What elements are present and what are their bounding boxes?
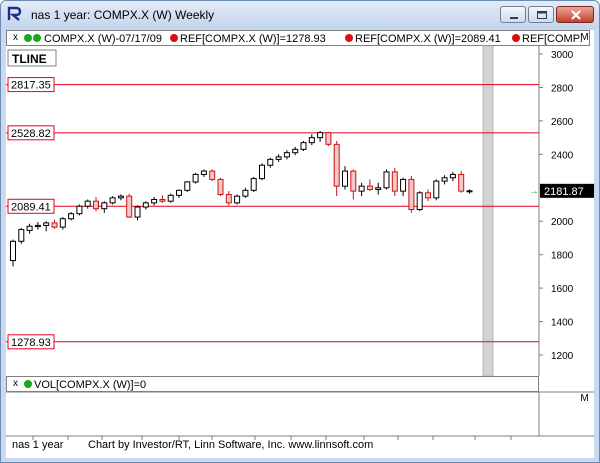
ref-line-label: 1278.93 [11, 337, 51, 349]
minimize-icon [510, 17, 518, 19]
chart-window: nas 1 year: COMPX.X (W) Weekly x COMPX.X… [0, 0, 600, 463]
footer-credit: Chart by Investor/RT, Linn Software, Inc… [88, 439, 374, 451]
volume-label[interactable]: VOL[COMPX.X (W)]=0 [34, 379, 146, 391]
title-bar[interactable]: nas 1 year: COMPX.X (W) Weekly [1, 1, 599, 29]
investor-rt-logo-icon [7, 6, 22, 21]
tline-text: TLINE [12, 52, 47, 66]
y-tick-label: 1200 [551, 351, 574, 362]
ref-line-label: 2817.35 [11, 80, 51, 92]
candle[interactable] [76, 204, 83, 216]
candle[interactable] [184, 181, 191, 192]
last-price-marker: → 2181.87 [529, 183, 594, 198]
window-title: nas 1 year: COMPX.X (W) Weekly [31, 8, 215, 22]
last-price-arrow-icon: → [529, 186, 539, 197]
volume-m-button[interactable]: M [579, 394, 590, 405]
price-chart[interactable]: 2817.35 2528.82 2089.41 1278.93 1200 1400 160… [6, 30, 594, 458]
maximize-button[interactable] [528, 6, 554, 23]
candle[interactable] [250, 176, 257, 192]
plot-area [6, 46, 539, 376]
minimize-button[interactable] [500, 6, 526, 23]
volume-pane [6, 392, 539, 436]
candle[interactable] [416, 191, 423, 212]
candle[interactable] [300, 140, 307, 152]
footer-chart-name: nas 1 year [12, 439, 64, 451]
y-tick-label: 2000 [551, 217, 574, 228]
candle[interactable] [109, 196, 116, 205]
volume-legend-bar: x VOL[COMPX.X (W)]=0 [6, 376, 539, 392]
candle[interactable] [192, 172, 199, 184]
ref-line-label: 2528.82 [11, 128, 51, 140]
candle[interactable] [408, 176, 415, 213]
maximize-icon [537, 11, 547, 19]
candle[interactable] [167, 193, 174, 203]
candle[interactable] [458, 171, 465, 193]
candle[interactable] [217, 177, 224, 197]
candle[interactable] [209, 169, 216, 182]
candle[interactable] [383, 169, 390, 190]
y-tick-label: 1600 [551, 284, 574, 295]
volume-close-button[interactable]: x [10, 379, 21, 390]
close-button[interactable] [556, 6, 594, 23]
y-tick-label: 2400 [551, 150, 574, 161]
candle[interactable] [18, 227, 25, 244]
candle[interactable] [234, 194, 241, 205]
candle[interactable] [68, 212, 75, 221]
y-tick-label: 1400 [551, 318, 574, 329]
y-tick-label: 1800 [551, 251, 574, 262]
current-bar-highlight [482, 45, 494, 377]
candle[interactable] [433, 179, 440, 201]
y-tick-label: 2600 [551, 117, 574, 128]
last-price-label: 2181.87 [544, 186, 584, 198]
candle[interactable] [126, 193, 133, 218]
ref-line-label: 2089.41 [11, 201, 51, 213]
chart-client-area: x COMPX.X (W)-07/17/09 REF[COMPX.X (W)]=… [6, 30, 594, 458]
y-tick-label: 3000 [551, 50, 574, 61]
tline-label[interactable]: TLINE [7, 49, 57, 67]
close-icon [571, 10, 581, 20]
volume-dot-icon[interactable] [24, 380, 32, 388]
candle[interactable] [325, 131, 332, 146]
y-tick-label: 2800 [551, 83, 574, 94]
candle[interactable] [259, 163, 265, 181]
